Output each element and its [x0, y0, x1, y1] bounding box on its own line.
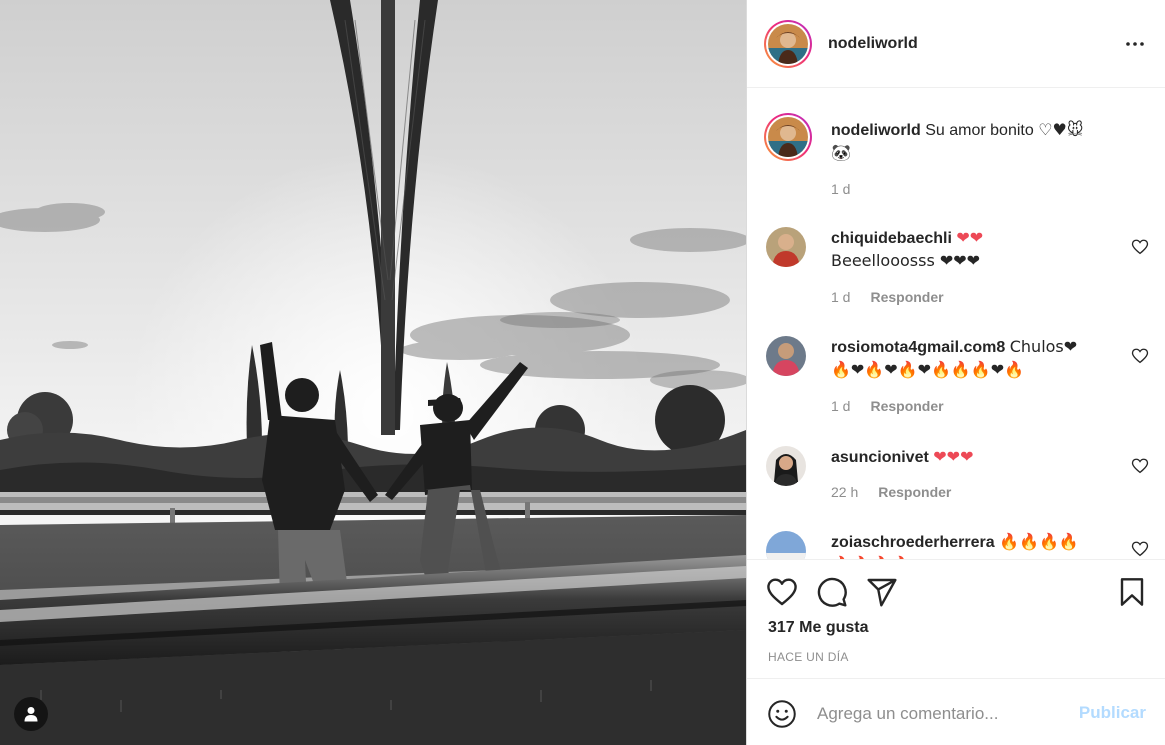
comments-list[interactable]: nodeliworld Su amor bonito ♡♥🐭 🐼 1 d chi… — [747, 89, 1165, 559]
avatar[interactable] — [766, 446, 806, 486]
list-item: rosiomota4gmail.com8 Chulos❤ 🔥❤🔥❤🔥❤🔥🔥🔥❤🔥… — [764, 336, 1149, 426]
comment-inline: 🔥🔥🔥🔥 — [999, 532, 1079, 551]
avatar[interactable] — [766, 227, 806, 267]
reply-button[interactable]: Responder — [878, 484, 951, 500]
heart-icon[interactable] — [1131, 540, 1149, 558]
comment-bubble-icon[interactable] — [816, 576, 848, 608]
paper-plane-icon[interactable] — [866, 576, 898, 608]
post-caption: nodeliworld Su amor bonito ♡♥🐭 🐼 1 d — [764, 113, 1149, 203]
comment-username[interactable]: rosiomota4gmail.com8 — [831, 339, 1005, 356]
post-author-username[interactable]: nodeliworld — [828, 35, 918, 53]
comment-text: rosiomota4gmail.com8 Chulos❤ 🔥❤🔥❤🔥❤🔥🔥🔥❤🔥 — [831, 336, 1111, 382]
comment-input[interactable] — [817, 699, 1062, 729]
tagged-users-button[interactable] — [14, 697, 48, 731]
story-ring[interactable] — [764, 19, 812, 68]
list-item: zoiaschroederherrera 🔥🔥🔥🔥 🔥🔥🔥🔥 — [764, 531, 1149, 559]
caption-body: Su amor bonito — [925, 122, 1034, 139]
caption-timestamp[interactable]: 1 d — [831, 181, 850, 197]
list-item: asuncionivet ❤❤❤ 22 h Responder — [764, 446, 1149, 516]
comment-inline: Chulos❤ — [1009, 337, 1078, 356]
avatar[interactable] — [766, 531, 806, 559]
post-side-panel: nodeliworld nodeliworld Su amor bonito ♡… — [746, 0, 1165, 745]
caption-text: nodeliworld Su amor bonito ♡♥🐭 🐼 — [831, 119, 1111, 165]
caption-emojis-line2: 🐼 — [831, 143, 851, 162]
comment-username[interactable]: asuncionivet — [831, 449, 929, 466]
avatar — [768, 117, 808, 157]
comment-timestamp[interactable]: 22 h — [831, 484, 858, 500]
more-options-button[interactable] — [1124, 34, 1146, 54]
reply-button[interactable]: Responder — [870, 289, 943, 305]
caption-username[interactable]: nodeliworld — [831, 122, 921, 139]
comment-username[interactable]: chiquidebaechli — [831, 230, 952, 247]
comment-line2: Beeellooosss ❤❤❤ — [831, 251, 981, 270]
avatar[interactable] — [766, 336, 806, 376]
comment-text: chiquidebaechli ❤❤ Beeellooosss ❤❤❤ — [831, 227, 1111, 273]
post-timestamp[interactable]: HACE UN DÍA — [768, 650, 849, 664]
reply-button[interactable]: Responder — [870, 398, 943, 414]
smiley-icon[interactable] — [767, 699, 797, 729]
heart-icon[interactable] — [1131, 238, 1149, 256]
more-horizontal-icon — [1126, 42, 1144, 46]
comment-inline: ❤❤ — [956, 228, 984, 247]
heart-icon[interactable] — [766, 576, 798, 608]
likes-count[interactable]: 317 Me gusta — [768, 619, 868, 637]
list-item: chiquidebaechli ❤❤ Beeellooosss ❤❤❤ 1 d … — [764, 227, 1149, 317]
add-comment-bar: Publicar — [747, 678, 1165, 745]
comment-username[interactable]: zoiaschroederherrera — [831, 534, 995, 551]
heart-icon[interactable] — [1131, 457, 1149, 475]
comment-inline: ❤❤❤ — [933, 447, 974, 466]
post-photo[interactable] — [0, 0, 746, 745]
avatar — [768, 23, 808, 64]
caption-story-ring[interactable] — [764, 113, 812, 161]
user-silhouette-icon — [24, 707, 38, 722]
post-header: nodeliworld — [747, 0, 1165, 88]
bookmark-icon[interactable] — [1116, 576, 1148, 608]
comment-timestamp[interactable]: 1 d — [831, 289, 850, 305]
post-actions: 317 Me gusta HACE UN DÍA — [747, 559, 1165, 677]
comment-timestamp[interactable]: 1 d — [831, 398, 850, 414]
comment-text: zoiaschroederherrera 🔥🔥🔥🔥 🔥🔥🔥🔥 — [831, 531, 1111, 559]
heart-icon[interactable] — [1131, 347, 1149, 365]
comment-text: asuncionivet ❤❤❤ — [831, 446, 1111, 469]
caption-meta: 1 d — [831, 181, 850, 197]
publish-button[interactable]: Publicar — [1079, 703, 1146, 723]
comment-meta: 1 d Responder — [831, 398, 944, 414]
comment-meta: 22 h Responder — [831, 484, 951, 500]
comment-line2: 🔥❤🔥❤🔥❤🔥🔥🔥❤🔥 — [831, 360, 1025, 379]
caption-emojis: ♡♥🐭 — [1038, 120, 1084, 139]
post-image — [0, 0, 746, 745]
comment-meta: 1 d Responder — [831, 289, 944, 305]
